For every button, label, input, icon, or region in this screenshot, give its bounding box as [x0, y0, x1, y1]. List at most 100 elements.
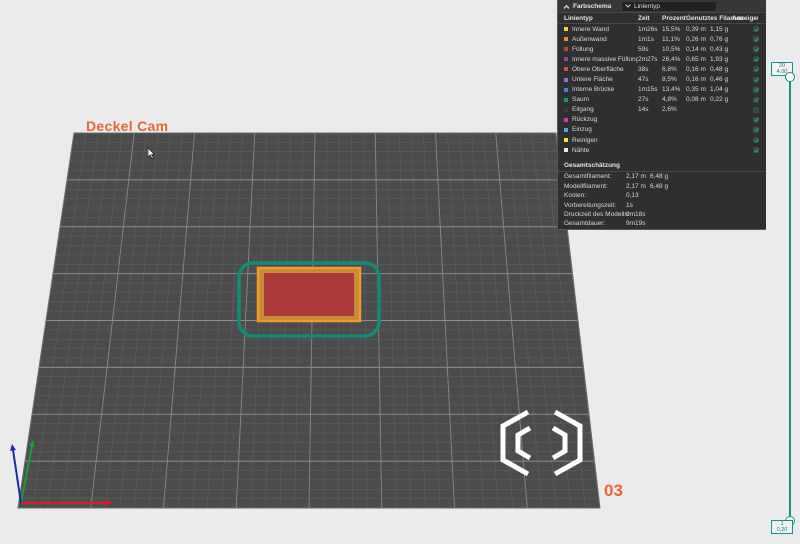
legend-column-header: Linientyp Zeit Prozent Genutztes Filamen… [558, 13, 766, 24]
legend-row-label: Rückzug [572, 116, 598, 124]
visibility-checkbox[interactable] [753, 66, 759, 73]
legend-row-visibility [746, 46, 766, 53]
legend-row-label: Interne Brücke [572, 86, 615, 94]
legend-row: Innere Wand 1m26s 15,5% 0,39 m 1,15 g [558, 24, 766, 34]
estimate-value: 9m18s [626, 210, 646, 218]
legend-row-label: Außenwand [572, 35, 607, 43]
estimate-row: Gesamtfilament: 2,17 m 6,48 g [558, 172, 766, 181]
top-layer-handle[interactable] [785, 72, 795, 82]
legend-title: Farbschema [573, 2, 612, 10]
legend-row-meters: 0,26 m [686, 35, 706, 43]
legend-row-type: Reinigen [564, 137, 638, 144]
visibility-checkbox[interactable] [753, 56, 759, 63]
visibility-checkbox[interactable] [753, 116, 759, 123]
estimate-weight: 6,48 g [650, 182, 669, 190]
visibility-checkbox[interactable] [753, 137, 759, 144]
plate-name-label[interactable]: Deckel Cam [86, 118, 168, 134]
estimate-value: 1s [626, 201, 633, 209]
mouse-cursor-icon [148, 148, 156, 159]
checkmark-icon [753, 87, 759, 92]
legend-row-label: Nähte [572, 146, 590, 154]
legend-row-visibility [746, 86, 766, 93]
legend-row-type: Rückzug [564, 116, 638, 123]
legend-row-grams: 1,93 g [710, 55, 729, 63]
estimate-row: Gesamtdauer: 9m19s [558, 219, 766, 228]
estimate-label: Druckzeit des Modells: [564, 210, 630, 218]
visibility-checkbox[interactable] [753, 26, 759, 33]
visibility-checkbox[interactable] [753, 106, 759, 113]
legend-row-grams: 0,46 g [710, 76, 729, 84]
legend-row: Untere Fläche 47s 8,5% 0,16 m 0,46 g [558, 74, 766, 84]
visibility-checkbox[interactable] [753, 96, 759, 103]
legend-row-meters: 0,65 m [686, 55, 706, 63]
chevron-down-icon [624, 2, 632, 10]
layer-slider-track[interactable] [789, 72, 791, 526]
legend-row-label: Füllung [572, 45, 594, 53]
collapse-chevron-icon[interactable] [562, 2, 570, 10]
bottom-layer-label: 1 0,20 [771, 520, 793, 534]
visibility-checkbox[interactable] [753, 126, 759, 133]
checkmark-icon [753, 148, 759, 153]
legend-row: Innere massive Füllung 2m27s 26,4% 0,65 … [558, 54, 766, 64]
legend-row-time: 27s [638, 96, 649, 104]
checkmark-icon [753, 77, 759, 82]
legend-row-percent: 10,5% [662, 45, 681, 53]
legend-row-type: Innere Wand [564, 26, 638, 33]
legend-header: Farbschema Linientyp [558, 0, 766, 13]
visibility-checkbox[interactable] [753, 86, 759, 93]
legend-row-visibility [746, 66, 766, 73]
legend-row: Eilgang 14s 2,6% [558, 105, 766, 115]
legend-row-percent: 26,4% [662, 55, 681, 63]
column-percent: Prozent [662, 14, 686, 22]
legend-row-label: Innere Wand [572, 25, 609, 33]
visibility-checkbox[interactable] [753, 76, 759, 83]
estimate-label: Vorbereitungszeit: [564, 201, 617, 209]
view-mode-select[interactable]: Linientyp [621, 0, 717, 12]
legend-row-time: 1m26s [638, 25, 658, 33]
color-swatch [564, 77, 568, 82]
legend-row: Obere Oberfläche 38s 6,8% 0,16 m 0,48 g [558, 64, 766, 74]
checkmark-icon [753, 128, 759, 133]
legend-row-type: Außenwand [564, 36, 638, 43]
legend-row-grams: 1,15 g [710, 25, 729, 33]
legend-row: Saum 27s 4,8% 0,08 m 0,22 g [558, 95, 766, 105]
layer-slider[interactable]: 20 4,00 1 0,20 [771, 60, 800, 539]
legend-row-percent: 4,8% [662, 96, 677, 104]
color-swatch [564, 27, 568, 32]
estimate-row: Vorbereitungszeit: 1s [558, 200, 766, 209]
legend-row-label: Reinigen [572, 136, 598, 144]
estimate-label: Gesamtfilament: [564, 173, 612, 181]
estimate-row: Kosten: 0,13 [558, 191, 766, 200]
column-time: Zeit [638, 14, 650, 22]
column-show: Anzeigen [732, 14, 758, 22]
estimate-rows: Gesamtfilament: 2,17 m 6,48 g Modellfilam… [558, 172, 766, 228]
legend-row-grams: 0,22 g [710, 96, 729, 104]
color-swatch [564, 97, 568, 102]
legend-row-meters: 0,16 m [686, 76, 706, 84]
estimate-value: 2,17 m [626, 182, 646, 190]
bottom-layer-height: 0,20 [776, 527, 788, 533]
legend-row-visibility [746, 137, 766, 144]
checkmark-icon [753, 67, 759, 72]
visibility-checkbox[interactable] [753, 36, 759, 43]
estimate-label: Gesamtdauer: [564, 220, 606, 228]
legend-row-time: 47s [638, 76, 649, 84]
legend-row-visibility [746, 76, 766, 83]
legend-row-label: Untere Fläche [572, 76, 613, 84]
estimate-value: 0,13 [626, 192, 639, 200]
color-swatch [564, 37, 568, 42]
legend-row-type: Eilgang [564, 106, 638, 113]
legend-row-visibility [746, 106, 766, 113]
legend-row-grams: 1,04 g [710, 86, 729, 94]
color-swatch [564, 47, 568, 52]
visibility-checkbox[interactable] [753, 46, 759, 53]
legend-row-time: 1m15s [638, 86, 658, 94]
legend-row-percent: 13,4% [662, 86, 681, 94]
legend-row-grams: 0,76 g [710, 35, 729, 43]
color-swatch [564, 57, 568, 62]
legend-row-label: Obere Oberfläche [572, 65, 624, 73]
legend-row-meters: 0,16 m [686, 65, 706, 73]
legend-row-meters: 0,08 m [686, 96, 706, 104]
checkmark-icon [753, 118, 759, 123]
visibility-checkbox[interactable] [753, 147, 759, 154]
